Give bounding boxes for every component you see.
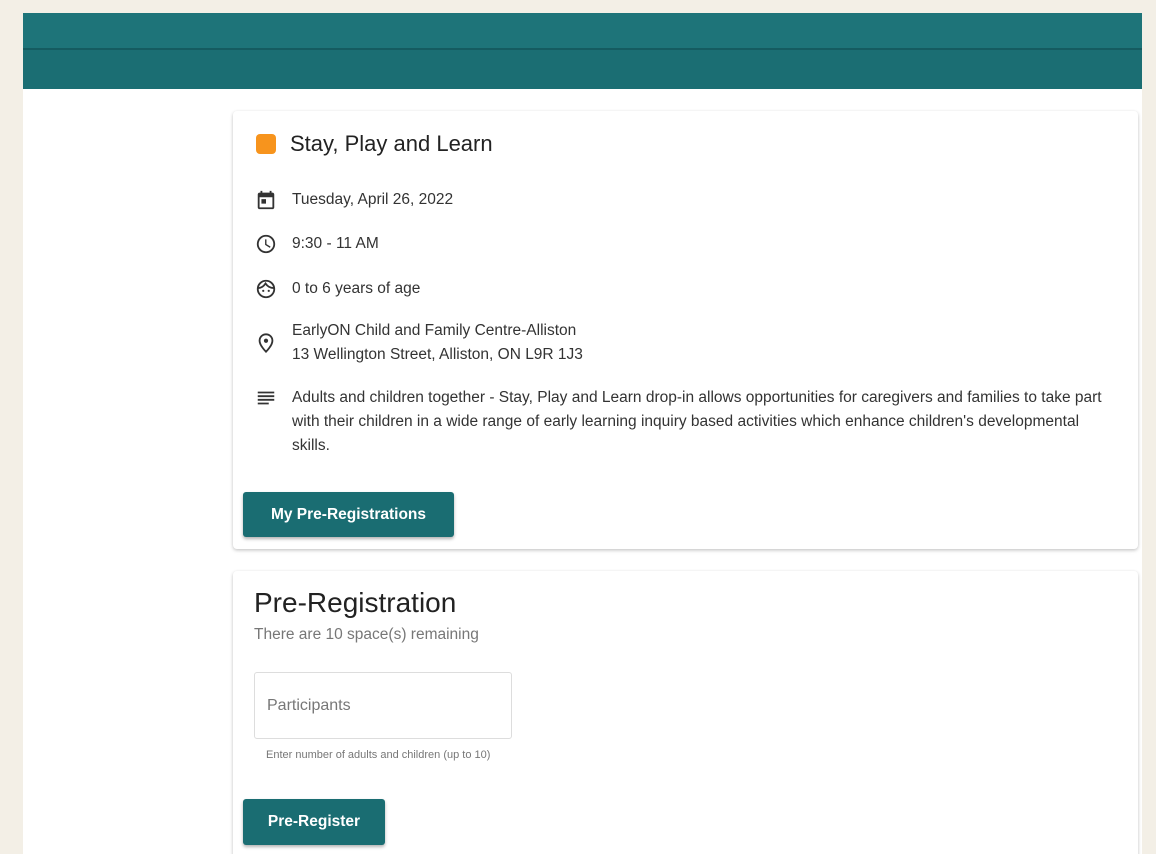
event-location-name: EarlyON Child and Family Centre-Alliston [292,322,577,339]
browser-viewport: Stay, Play and Learn Tuesday, April 26, … [23,13,1142,854]
description-lines-icon [255,387,277,409]
event-date: Tuesday, April 26, 2022 [292,191,454,208]
app-header [23,13,1142,89]
pre-registration-card: Pre-Registration There are 10 space(s) r… [233,571,1138,854]
calendar-icon [255,189,277,211]
event-color-swatch [256,134,276,154]
location-pin-icon [255,332,277,354]
pre-registration-title: Pre-Registration [254,587,457,618]
spaces-remaining-text: There are 10 space(s) remaining [254,626,479,643]
participants-input[interactable] [254,672,512,739]
my-pre-registrations-button[interactable]: My Pre-Registrations [243,492,454,537]
event-description-row: Adults and children together - Stay, Pla… [255,386,1112,458]
event-time: 9:30 - 11 AM [292,235,379,252]
event-date-row: Tuesday, April 26, 2022 [255,188,453,212]
clock-icon [255,233,277,255]
participants-hint: Enter number of adults and children (up … [266,749,491,761]
event-time-row: 9:30 - 11 AM [255,232,379,256]
event-ages-row: 0 to 6 years of age [255,277,420,301]
child-face-icon [255,278,277,300]
event-ages: 0 to 6 years of age [292,280,421,297]
event-title: Stay, Play and Learn [290,131,493,156]
app-header-top-bar [23,13,1142,50]
event-location-row: EarlyON Child and Family Centre-Alliston… [255,319,583,367]
event-description: Adults and children together - Stay, Pla… [292,389,1102,454]
event-title-row: Stay, Play and Learn [256,131,493,157]
app-header-bottom-bar [23,50,1142,89]
pre-register-button[interactable]: Pre-Register [243,799,385,845]
event-location: EarlyON Child and Family Centre-Alliston… [292,319,583,367]
event-location-address: 13 Wellington Street, Alliston, ON L9R 1… [292,346,583,363]
event-details-card: Stay, Play and Learn Tuesday, April 26, … [233,111,1138,549]
